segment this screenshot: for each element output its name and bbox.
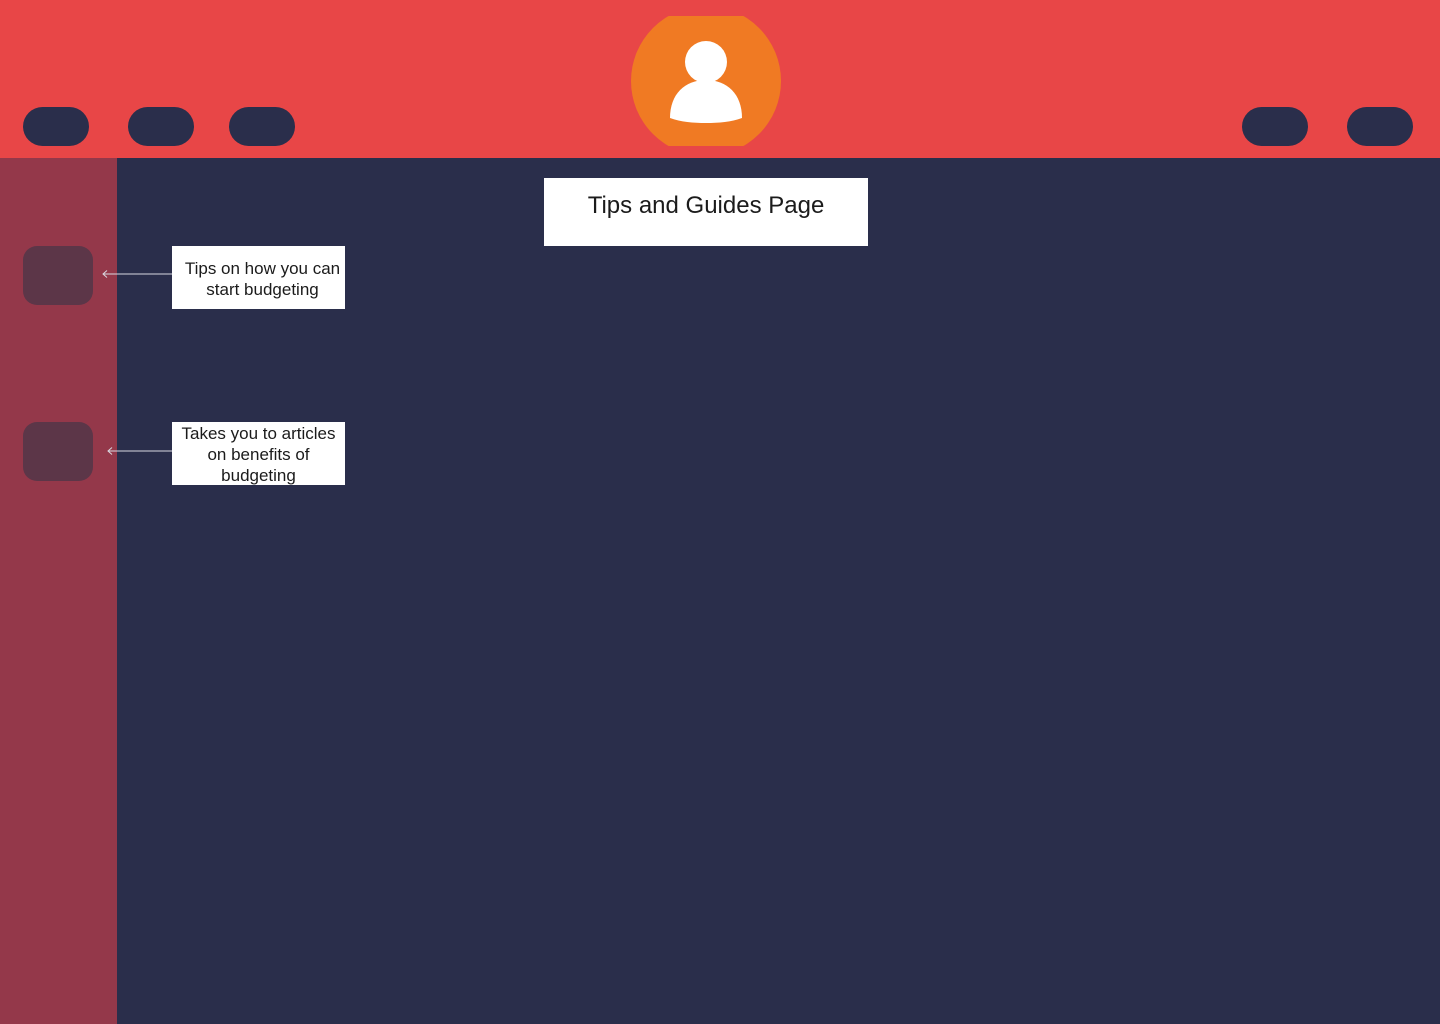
annotation-budgeting-tips: Tips on how you can start budgeting	[172, 246, 345, 309]
nav-button-2[interactable]	[128, 107, 194, 146]
nav-button-4[interactable]	[1242, 107, 1308, 146]
sidebar-item-budgeting-articles[interactable]	[23, 422, 93, 481]
arrow-left-icon	[101, 269, 173, 279]
annotation-budgeting-articles: Takes you to articles on benefits of bud…	[172, 422, 345, 485]
nav-button-5[interactable]	[1347, 107, 1413, 146]
nav-button-3[interactable]	[229, 107, 295, 146]
arrow-left-icon	[106, 446, 173, 456]
user-profile-icon[interactable]	[631, 16, 781, 146]
page-title: Tips and Guides Page	[544, 178, 868, 246]
nav-button-1[interactable]	[23, 107, 89, 146]
sidebar-item-budgeting-tips[interactable]	[23, 246, 93, 305]
top-header	[0, 0, 1440, 158]
